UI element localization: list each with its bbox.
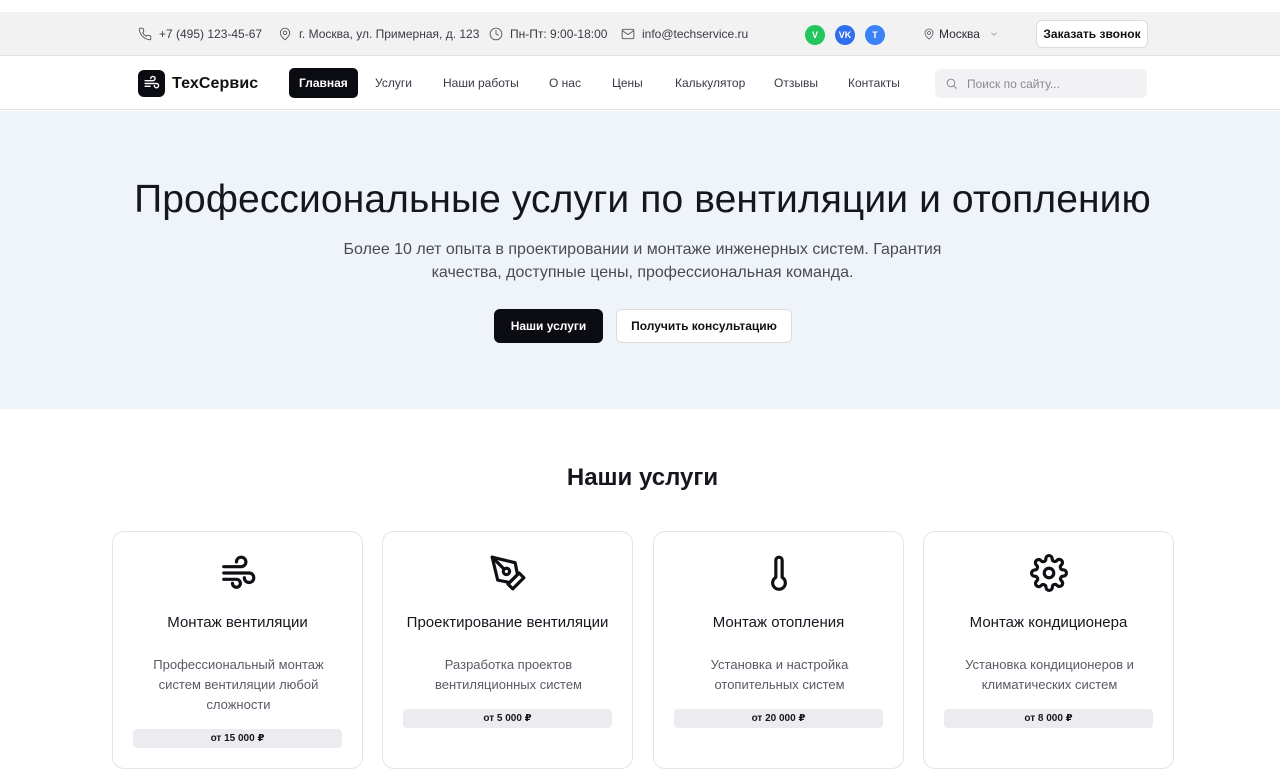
address-text: г. Москва, ул. Примерная, д. 123 <box>299 27 480 41</box>
city-selector[interactable]: Москва <box>923 12 1003 56</box>
service-card[interactable]: Монтаж отопления Установка и настройка о… <box>653 531 904 769</box>
phone-text: +7 (495) 123-45-67 <box>159 27 263 41</box>
settings-icon <box>1029 554 1068 592</box>
phone-icon <box>138 27 152 41</box>
mail-icon <box>621 28 635 40</box>
service-title: Проектирование вентиляции <box>406 614 609 631</box>
search-input[interactable] <box>967 76 1137 91</box>
clock-icon <box>489 27 503 41</box>
service-description: Установка кондиционеров и климатических … <box>965 657 1134 692</box>
viber-icon[interactable]: V <box>805 25 825 45</box>
logo-mark <box>138 70 165 97</box>
service-price: от 20 000 ₽ <box>674 709 883 728</box>
nav-item-works[interactable]: Наши работы <box>443 68 519 98</box>
working-hours: Пн-Пт: 9:00-18:00 <box>489 12 607 56</box>
thermometer-icon <box>770 555 787 591</box>
services-section-title: Наши услуги <box>566 464 719 491</box>
service-description: Установка и настройка отопительных систе… <box>710 657 849 692</box>
service-card[interactable]: Монтаж вентиляции Профессиональный монта… <box>112 531 363 769</box>
phone-link[interactable]: +7 (495) 123-45-67 <box>138 12 262 56</box>
search-box[interactable] <box>935 69 1147 98</box>
vk-icon[interactable]: VK <box>835 25 855 45</box>
address: г. Москва, ул. Примерная, д. 123 <box>278 12 479 56</box>
nav-item-contacts[interactable]: Контакты <box>848 68 900 98</box>
hero-subtitle: Более 10 лет опыта в проектировании и мо… <box>343 241 942 281</box>
nav-item-reviews[interactable]: Отзывы <box>774 68 818 98</box>
service-title: Монтаж вентиляции <box>167 614 308 631</box>
map-pin-icon <box>279 27 291 41</box>
get-consultation-button[interactable]: Получить консультацию <box>616 309 792 343</box>
email-text: info@techservice.ru <box>642 27 749 41</box>
map-pin-icon <box>924 28 934 40</box>
top-info-bar: +7 (495) 123-45-67 г. Москва, ул. Пример… <box>0 12 1280 56</box>
service-price: от 8 000 ₽ <box>944 709 1153 728</box>
service-price: от 15 000 ₽ <box>133 729 342 748</box>
card-icon-wrap <box>383 554 632 594</box>
logo-text: ТехСервис <box>172 74 259 92</box>
card-icon-wrap <box>113 554 362 594</box>
nav-item-prices[interactable]: Цены <box>612 68 643 98</box>
chevron-down-icon <box>991 32 997 36</box>
card-icon-wrap <box>654 554 903 594</box>
service-card[interactable]: Монтаж кондиционера Установка кондиционе… <box>923 531 1174 769</box>
hero-title: Профессиональные услуги по вентиляции и … <box>134 178 1151 221</box>
main-navigation: ТехСервис Главная Услуги Наши работы О н… <box>0 57 1280 110</box>
service-price: от 5 000 ₽ <box>403 709 612 728</box>
nav-item-home[interactable]: Главная <box>289 68 358 98</box>
service-title: Монтаж отопления <box>712 614 845 631</box>
service-description: Разработка проектов вентиляционных систе… <box>435 657 582 692</box>
nav-item-calculator[interactable]: Калькулятор <box>675 68 745 98</box>
our-services-button[interactable]: Наши услуги <box>494 309 603 343</box>
wind-icon <box>144 75 160 89</box>
window-top-strip <box>0 0 1280 12</box>
service-card[interactable]: Проектирование вентиляции Разработка про… <box>382 531 633 769</box>
logo[interactable]: ТехСервис <box>138 70 258 97</box>
service-title: Монтаж кондиционера <box>969 614 1128 631</box>
hours-text: Пн-Пт: 9:00-18:00 <box>510 27 608 41</box>
service-description: Профессиональный монтаж систем вентиляци… <box>153 657 324 712</box>
wind-icon <box>221 555 255 589</box>
nav-item-about[interactable]: О нас <box>549 68 581 98</box>
search-icon <box>946 78 957 89</box>
telegram-icon[interactable]: T <box>865 25 885 45</box>
request-call-button[interactable]: Заказать звонок <box>1036 20 1148 48</box>
email-link[interactable]: info@techservice.ru <box>621 12 748 56</box>
city-label: Москва <box>939 27 980 41</box>
nav-item-services[interactable]: Услуги <box>375 68 412 98</box>
card-icon-wrap <box>924 554 1173 594</box>
hero-section: Профессиональные услуги по вентиляции и … <box>0 111 1280 409</box>
pen-tool-icon <box>490 555 525 591</box>
